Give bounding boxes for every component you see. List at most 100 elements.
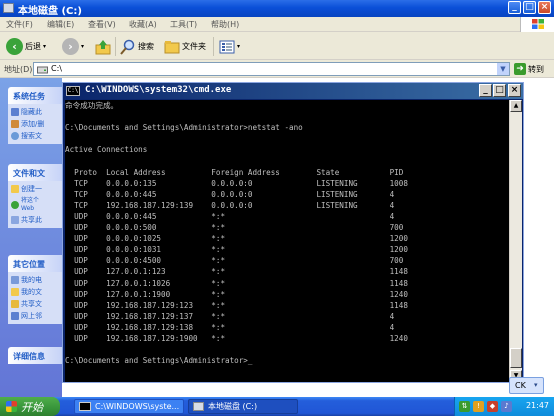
console-icon: C:\: [66, 86, 80, 96]
network-icon: [11, 312, 19, 320]
system-tasks-header[interactable]: 系统任务: [8, 87, 62, 104]
back-button[interactable]: ‹ 后退 ▾: [6, 36, 46, 57]
other-places-panel: 其它位置 我的电 我的文 共享文 网上邻: [8, 255, 62, 324]
taskbar-item-cmd[interactable]: C:\WINDOWS\syste...: [74, 399, 184, 414]
up-folder-icon: [95, 39, 111, 54]
console-line: UDP 127.0.0.1:123 *:* 1148: [65, 267, 408, 277]
minimize-button[interactable]: _: [479, 84, 492, 97]
close-button[interactable]: ×: [538, 1, 551, 14]
menubar: 文件(F) 编辑(E) 查看(V) 收藏(A) 工具(T) 帮助(H): [0, 17, 554, 32]
hide-contents-link[interactable]: 隐藏此: [11, 106, 62, 118]
console-line: UDP 0.0.0.0:500 *:* 700: [65, 223, 404, 233]
console-icon: [79, 402, 91, 411]
menu-favorites[interactable]: 收藏(A): [129, 19, 157, 30]
other-places-header[interactable]: 其它位置: [8, 255, 62, 272]
link-label: 共享文: [21, 300, 42, 308]
go-arrow-icon: ➜: [514, 63, 526, 75]
minimize-button[interactable]: _: [508, 1, 521, 14]
new-folder-link[interactable]: 创建一: [11, 183, 62, 195]
add-remove-link[interactable]: 添加/删: [11, 118, 62, 130]
console-output[interactable]: 命令成功完成。 C:\Documents and Settings\Adminis…: [65, 100, 509, 382]
forward-button[interactable]: › ▾: [62, 36, 84, 57]
link-label: 网上邻: [21, 312, 42, 320]
menu-edit[interactable]: 编辑(E): [47, 19, 74, 30]
start-button[interactable]: 开始: [0, 397, 60, 416]
drive-icon: [193, 402, 204, 411]
hide-icon: [11, 108, 19, 116]
back-label: 后退: [25, 42, 41, 51]
explorer-titlebar[interactable]: 本地磁盘 (C:) _ □ ×: [0, 0, 554, 17]
search-button[interactable]: 搜索: [120, 36, 154, 57]
network-places-link[interactable]: 网上邻: [11, 310, 62, 322]
scroll-up-icon[interactable]: ▲: [510, 100, 522, 112]
chevron-down-icon: ▾: [237, 43, 241, 50]
drive-icon: [37, 66, 48, 74]
toolbar-separator: [115, 37, 116, 56]
file-tasks-header[interactable]: 文件和文: [8, 164, 62, 181]
link-label: 搜索文: [21, 132, 42, 140]
console-line: 命令成功完成。: [65, 101, 119, 110]
address-input[interactable]: C:\ ▼: [33, 62, 510, 76]
my-documents-link[interactable]: 我的文: [11, 286, 62, 298]
folders-icon: [164, 40, 180, 53]
windows-logo: [520, 17, 554, 32]
scroll-thumb[interactable]: [510, 348, 522, 368]
console-line: UDP 192.168.187.129:1900 *:* 1240: [65, 333, 408, 343]
address-label: 地址(D): [4, 65, 33, 74]
shield-icon[interactable]: ◆: [487, 401, 498, 412]
computer-icon: [11, 276, 19, 284]
share-folder-link[interactable]: 共享此: [11, 214, 62, 226]
console-line: UDP 127.0.0.1:1026 *:* 1148: [65, 278, 408, 288]
chevron-down-icon[interactable]: ▼: [497, 63, 509, 75]
search-icon: [120, 39, 135, 55]
menu-tools[interactable]: 工具(T): [170, 19, 197, 30]
link-label: 将这个 Web: [21, 196, 40, 212]
cmd-title: C:\WINDOWS\system32\cmd.exe: [85, 85, 232, 95]
console-line: UDP 0.0.0.0:1031 *:* 1200: [65, 245, 408, 255]
taskbar: 开始 C:\WINDOWS\syste... 本地磁盘 (C:) ⇅ ! ◆ ♪…: [0, 397, 554, 416]
console-line: UDP 0.0.0.0:1025 *:* 1200: [65, 234, 408, 244]
system-tasks-panel: 系统任务 隐藏此 添加/删 搜索文: [8, 87, 62, 144]
task-pane: 系统任务 隐藏此 添加/删 搜索文 文件和文 创建一 将这个 Web 共享此 其…: [0, 78, 62, 397]
search-files-link[interactable]: 搜索文: [11, 130, 62, 142]
file-tasks-panel: 文件和文 创建一 将这个 Web 共享此: [8, 164, 62, 228]
up-folder-button[interactable]: [95, 36, 111, 57]
menu-file[interactable]: 文件(F): [6, 19, 33, 30]
publish-web-link[interactable]: 将这个 Web: [11, 195, 62, 214]
explorer-title: 本地磁盘 (C:): [18, 6, 82, 17]
system-tray: ⇅ ! ◆ ♪ 21:47: [454, 397, 554, 416]
views-button[interactable]: ▾: [219, 36, 240, 57]
shared-documents-link[interactable]: 共享文: [11, 298, 62, 310]
chevron-down-icon: ▾: [43, 43, 47, 50]
drive-icon: [3, 3, 14, 13]
cmd-titlebar[interactable]: C:\ C:\WINDOWS\system32\cmd.exe _ □ ×: [63, 83, 523, 99]
my-computer-link[interactable]: 我的电: [11, 274, 62, 286]
menu-help[interactable]: 帮助(H): [211, 19, 239, 30]
volume-icon[interactable]: ♪: [501, 401, 512, 412]
taskbar-item-label: 本地磁盘 (C:): [208, 402, 258, 411]
console-line: UDP 192.168.187.129:138 *:* 4: [65, 322, 395, 332]
search-icon: [11, 132, 19, 140]
maximize-button[interactable]: □: [493, 84, 506, 97]
security-alert-icon[interactable]: !: [473, 401, 484, 412]
link-label: 我的文: [21, 288, 42, 296]
views-icon: [219, 40, 235, 53]
forward-arrow-icon: ›: [62, 38, 79, 55]
language-bar[interactable]: CK ▾: [509, 377, 544, 394]
details-header[interactable]: 详细信息: [8, 347, 62, 364]
menu-view[interactable]: 查看(V): [88, 19, 116, 30]
shared-folder-icon: [11, 300, 19, 308]
folders-button[interactable]: 文件夹: [164, 36, 206, 57]
address-value: C:\: [51, 64, 62, 73]
go-button[interactable]: ➜ 转到: [514, 63, 544, 75]
toolbar: ‹ 后退 ▾ › ▾ 搜索 文件夹 ▾: [0, 33, 554, 60]
search-label: 搜索: [138, 42, 154, 51]
maximize-button[interactable]: □: [523, 1, 536, 14]
details-panel: 详细信息: [8, 347, 62, 364]
taskbar-item-explorer[interactable]: 本地磁盘 (C:): [188, 399, 298, 414]
address-bar: 地址(D) C:\ ▼ ➜ 转到: [0, 61, 554, 78]
vertical-scrollbar[interactable]: ▲ ▼: [509, 100, 522, 382]
network-icon[interactable]: ⇅: [459, 401, 470, 412]
close-button[interactable]: ×: [508, 84, 521, 97]
